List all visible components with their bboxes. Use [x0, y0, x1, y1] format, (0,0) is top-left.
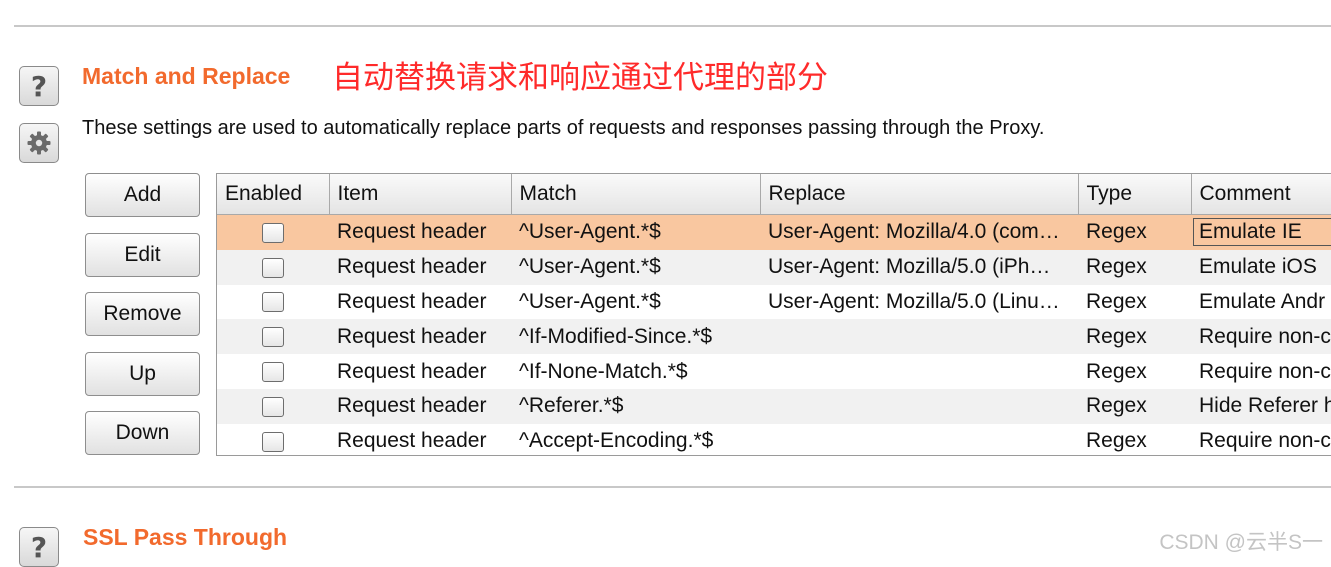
enabled-checkbox[interactable] — [262, 396, 284, 417]
match-cell: ^User-Agent.*$ — [511, 249, 760, 285]
table-row[interactable]: Request header ^User-Agent.*$ User-Agent… — [217, 214, 1331, 250]
annotation-text: 自动替换请求和响应通过代理的部分 — [332, 60, 828, 96]
add-button[interactable]: Add — [85, 173, 200, 217]
enabled-cell — [217, 249, 329, 285]
enabled-cell — [217, 319, 329, 355]
replace-cell — [760, 319, 1078, 355]
replace-cell: User-Agent: Mozilla/5.0 (Linu… — [768, 289, 1060, 313]
enabled-checkbox[interactable] — [262, 292, 284, 313]
table-row[interactable]: Request header ^User-Agent.*$ User-Agent… — [217, 249, 1331, 285]
match-replace-help-icon[interactable]: ? — [19, 66, 59, 106]
type-cell: Regex — [1086, 429, 1147, 453]
enabled-cell — [217, 285, 329, 320]
replace-cell — [760, 388, 1078, 424]
comment-cell-text: Emulate IE — [1193, 218, 1331, 247]
comment-cell: Require non-c — [1191, 319, 1331, 355]
comment-cell[interactable]: Emulate IE — [1191, 214, 1331, 250]
table-row[interactable]: Request header ^If-None-Match.*$ Regex R… — [217, 354, 1331, 389]
table-row[interactable]: Request header ^User-Agent.*$ User-Agent… — [217, 285, 1331, 320]
item-cell: Request header — [329, 388, 511, 424]
ssl-pass-through-title: SSL Pass Through — [83, 524, 288, 550]
match-cell: ^If-None-Match.*$ — [519, 359, 688, 383]
ssl-pass-through-help-icon[interactable]: ? — [19, 527, 59, 567]
type-cell: Regex — [1086, 359, 1147, 383]
rules-table: Enabled Item Match Replace Type Comment … — [217, 174, 1331, 455]
table-header-row: Enabled Item Match Replace Type Comment — [217, 174, 1331, 215]
comment-cell: Emulate Andr — [1199, 289, 1326, 313]
table-row[interactable]: Request header ^If-Modified-Since.*$ Reg… — [217, 319, 1331, 355]
enabled-cell — [217, 388, 329, 424]
replace-cell — [760, 354, 1078, 389]
rules-table-container: Enabled Item Match Replace Type Comment … — [216, 173, 1331, 456]
comment-cell: Require non-c — [1199, 359, 1331, 383]
enabled-cell — [217, 354, 329, 389]
up-button[interactable]: Up — [85, 352, 200, 396]
item-cell: Request header — [329, 249, 511, 285]
item-cell: Request header — [337, 359, 487, 383]
enabled-checkbox[interactable] — [262, 431, 284, 452]
comment-cell: Emulate iOS — [1191, 249, 1331, 285]
match-replace-settings-button[interactable] — [19, 123, 59, 163]
enabled-cell — [217, 424, 329, 455]
type-cell: Regex — [1086, 289, 1147, 313]
column-header-comment[interactable]: Comment — [1191, 174, 1331, 215]
gear-icon — [27, 131, 51, 155]
section-divider-top — [14, 25, 1331, 27]
match-replace-title: Match and Replace — [82, 63, 291, 89]
match-cell: ^User-Agent.*$ — [511, 214, 760, 250]
comment-cell: Require non-c — [1199, 429, 1331, 453]
remove-button[interactable]: Remove — [85, 292, 200, 336]
enabled-checkbox[interactable] — [262, 327, 284, 348]
item-cell: Request header — [337, 289, 487, 313]
table-row[interactable]: Request header ^Referer.*$ Regex Hide Re… — [217, 388, 1331, 424]
match-replace-description: These settings are used to automatically… — [82, 117, 1045, 139]
section-divider-bottom — [14, 486, 1331, 488]
item-cell: Request header — [337, 429, 487, 453]
column-header-type[interactable]: Type — [1078, 174, 1192, 215]
type-cell: Regex — [1078, 249, 1191, 285]
column-header-match[interactable]: Match — [511, 174, 761, 215]
watermark: CSDN @云半S一 — [1159, 531, 1323, 554]
type-cell: Regex — [1078, 388, 1191, 424]
down-button[interactable]: Down — [85, 411, 200, 455]
edit-button[interactable]: Edit — [85, 233, 200, 277]
column-header-replace[interactable]: Replace — [760, 174, 1079, 215]
enabled-checkbox[interactable] — [262, 222, 284, 243]
match-cell: ^Accept-Encoding.*$ — [519, 429, 714, 453]
match-cell: ^Referer.*$ — [511, 388, 760, 424]
item-cell: Request header — [329, 319, 511, 355]
match-cell: ^If-Modified-Since.*$ — [511, 319, 760, 355]
table-row[interactable]: Request header ^Accept-Encoding.*$ Regex… — [217, 424, 1331, 455]
column-header-enabled[interactable]: Enabled — [217, 174, 330, 215]
enabled-cell — [217, 214, 329, 250]
match-cell: ^User-Agent.*$ — [519, 289, 661, 313]
enabled-checkbox[interactable] — [262, 257, 284, 278]
replace-cell: User-Agent: Mozilla/4.0 (com… — [760, 214, 1078, 250]
replace-cell: User-Agent: Mozilla/5.0 (iPh… — [760, 249, 1078, 285]
type-cell: Regex — [1078, 319, 1191, 355]
item-cell: Request header — [329, 214, 511, 250]
replace-cell — [760, 424, 1078, 455]
column-header-item[interactable]: Item — [329, 174, 512, 215]
comment-cell: Hide Referer h — [1191, 388, 1331, 424]
type-cell: Regex — [1078, 214, 1191, 250]
enabled-checkbox[interactable] — [262, 362, 284, 383]
